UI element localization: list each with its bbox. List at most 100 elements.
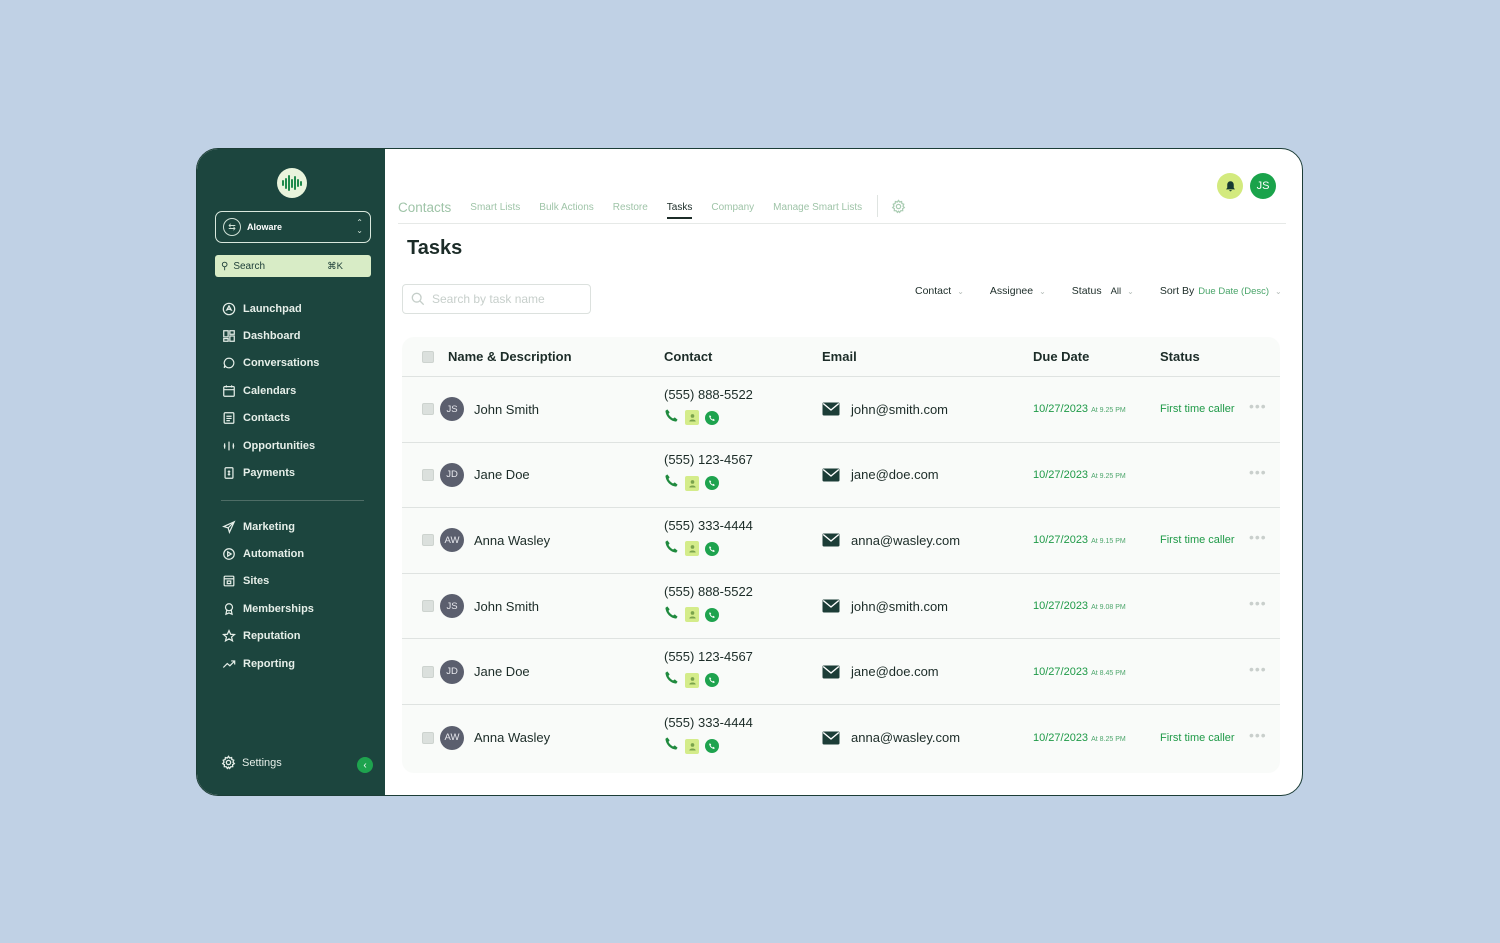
header-email[interactable]: Email [822, 349, 1033, 364]
filter-sort[interactable]: Sort By Due Date (Desc) ⌄ [1160, 285, 1282, 297]
sidebar-item-opportunities[interactable]: Opportunities [221, 432, 319, 459]
notifications-button[interactable] [1217, 173, 1243, 199]
task-name[interactable]: John Smith [474, 599, 539, 614]
more-options-icon[interactable]: ••• [1249, 661, 1267, 677]
contact-card-icon[interactable] [685, 607, 699, 623]
mail-icon[interactable] [822, 665, 840, 679]
more-options-icon[interactable]: ••• [1249, 529, 1267, 545]
header-contact[interactable]: Contact [664, 349, 822, 364]
user-avatar[interactable]: JS [1250, 173, 1276, 199]
sidebar-item-contacts[interactable]: Contacts [221, 405, 319, 432]
tab-smart-lists[interactable]: Smart Lists [470, 200, 520, 213]
sidebar-item-reporting[interactable]: Reporting [221, 650, 314, 677]
sidebar-item-payments[interactable]: Payments [221, 459, 319, 486]
phone-icon[interactable] [664, 473, 679, 493]
contact-card-icon[interactable] [685, 738, 699, 754]
row-checkbox[interactable] [422, 468, 434, 481]
contact-phone[interactable]: (555) 888-5522 [664, 387, 822, 402]
table-row[interactable]: JD Jane Doe (555) 123-4567 jane@doe.com … [402, 639, 1280, 705]
sidebar-search[interactable]: ⚲ Search ⌘K [215, 255, 371, 277]
whatsapp-icon[interactable] [705, 739, 719, 754]
filter-status[interactable]: Status All ⌄ [1072, 285, 1134, 297]
contact-phone[interactable]: (555) 123-4567 [664, 452, 822, 467]
contact-email[interactable]: anna@wasley.com [851, 730, 960, 745]
task-search-input[interactable] [432, 292, 572, 306]
whatsapp-icon[interactable] [705, 410, 719, 425]
mail-icon[interactable] [822, 599, 840, 613]
more-options-icon[interactable]: ••• [1249, 464, 1267, 480]
task-name[interactable]: Jane Doe [474, 467, 530, 482]
task-search[interactable] [402, 284, 591, 314]
tab-restore[interactable]: Restore [613, 200, 648, 213]
tab-company[interactable]: Company [711, 200, 754, 213]
tab-tasks[interactable]: Tasks [666, 200, 692, 219]
contact-phone[interactable]: (555) 333-4444 [664, 518, 822, 533]
contact-email[interactable]: jane@doe.com [851, 467, 939, 482]
contact-phone[interactable]: (555) 333-4444 [664, 715, 822, 730]
table-row[interactable]: JD Jane Doe (555) 123-4567 jane@doe.com … [402, 443, 1280, 509]
sidebar-item-automation[interactable]: Automation [221, 540, 314, 567]
more-options-icon[interactable]: ••• [1249, 727, 1267, 743]
more-options-icon[interactable]: ••• [1249, 398, 1267, 414]
mail-icon[interactable] [822, 468, 840, 482]
whatsapp-icon[interactable] [705, 476, 719, 491]
sidebar-item-sites[interactable]: Sites [221, 568, 314, 595]
phone-icon[interactable] [664, 408, 679, 428]
sidebar-item-calendars[interactable]: Calendars [221, 377, 319, 404]
account-switcher[interactable]: ⇆ Aloware ⌃ ⌄ [215, 211, 371, 243]
contact-phone[interactable]: (555) 123-4567 [664, 649, 822, 664]
whatsapp-icon[interactable] [705, 607, 719, 622]
row-checkbox[interactable] [422, 665, 434, 678]
contact-card-icon[interactable] [685, 475, 699, 491]
contact-card-icon[interactable] [685, 672, 699, 688]
whatsapp-icon[interactable] [705, 541, 719, 556]
filter-assignee[interactable]: Assignee ⌄ [990, 285, 1046, 297]
contact-email[interactable]: jane@doe.com [851, 664, 939, 679]
tab-contacts[interactable]: Contacts [398, 198, 451, 215]
contact-card-icon[interactable] [685, 541, 699, 557]
header-name[interactable]: Name & Description [448, 349, 664, 364]
more-options-icon[interactable]: ••• [1249, 595, 1267, 611]
tab-settings-button[interactable] [890, 198, 906, 214]
contact-email[interactable]: john@smith.com [851, 402, 948, 417]
header-status[interactable]: Status [1160, 349, 1280, 364]
task-name[interactable]: Jane Doe [474, 664, 530, 679]
contact-phone[interactable]: (555) 888-5522 [664, 584, 822, 599]
sidebar-item-settings[interactable]: Settings [221, 755, 282, 770]
contact-card-icon[interactable] [685, 410, 699, 426]
phone-icon[interactable] [664, 670, 679, 690]
contact-actions [664, 408, 822, 428]
task-name[interactable]: Anna Wasley [474, 730, 550, 745]
row-checkbox[interactable] [422, 403, 434, 416]
row-checkbox[interactable] [422, 534, 434, 547]
collapse-sidebar-button[interactable]: ‹ [357, 757, 373, 773]
phone-icon[interactable] [664, 539, 679, 559]
task-name[interactable]: John Smith [474, 402, 539, 417]
sidebar-item-launchpad[interactable]: Launchpad [221, 295, 319, 322]
sidebar-item-memberships[interactable]: Memberships [221, 595, 314, 622]
table-row[interactable]: AW Anna Wasley (555) 333-4444 anna@wasle… [402, 508, 1280, 574]
row-checkbox[interactable] [422, 731, 434, 744]
sidebar-item-dashboard[interactable]: Dashboard [221, 322, 319, 349]
task-name[interactable]: Anna Wasley [474, 533, 550, 548]
contact-email[interactable]: anna@wasley.com [851, 533, 960, 548]
table-row[interactable]: JS John Smith (555) 888-5522 john@smith.… [402, 574, 1280, 640]
filter-contact[interactable]: Contact ⌄ [915, 285, 964, 297]
sidebar-item-conversations[interactable]: Conversations [221, 350, 319, 377]
sidebar-item-marketing[interactable]: Marketing [221, 513, 314, 540]
table-row[interactable]: AW Anna Wasley (555) 333-4444 anna@wasle… [402, 705, 1280, 771]
sidebar-item-reputation[interactable]: Reputation [221, 623, 314, 650]
mail-icon[interactable] [822, 533, 840, 547]
tab-manage-smart-lists[interactable]: Manage Smart Lists [773, 200, 862, 213]
contact-email[interactable]: john@smith.com [851, 599, 948, 614]
row-checkbox[interactable] [422, 600, 434, 613]
select-all-checkbox[interactable] [422, 350, 434, 363]
header-due-date[interactable]: Due Date [1033, 349, 1160, 364]
table-row[interactable]: JS John Smith (555) 888-5522 john@smith.… [402, 377, 1280, 443]
whatsapp-icon[interactable] [705, 673, 719, 688]
phone-icon[interactable] [664, 605, 679, 625]
phone-icon[interactable] [664, 736, 679, 756]
tab-bulk-actions[interactable]: Bulk Actions [539, 200, 593, 213]
mail-icon[interactable] [822, 402, 840, 416]
mail-icon[interactable] [822, 731, 840, 745]
